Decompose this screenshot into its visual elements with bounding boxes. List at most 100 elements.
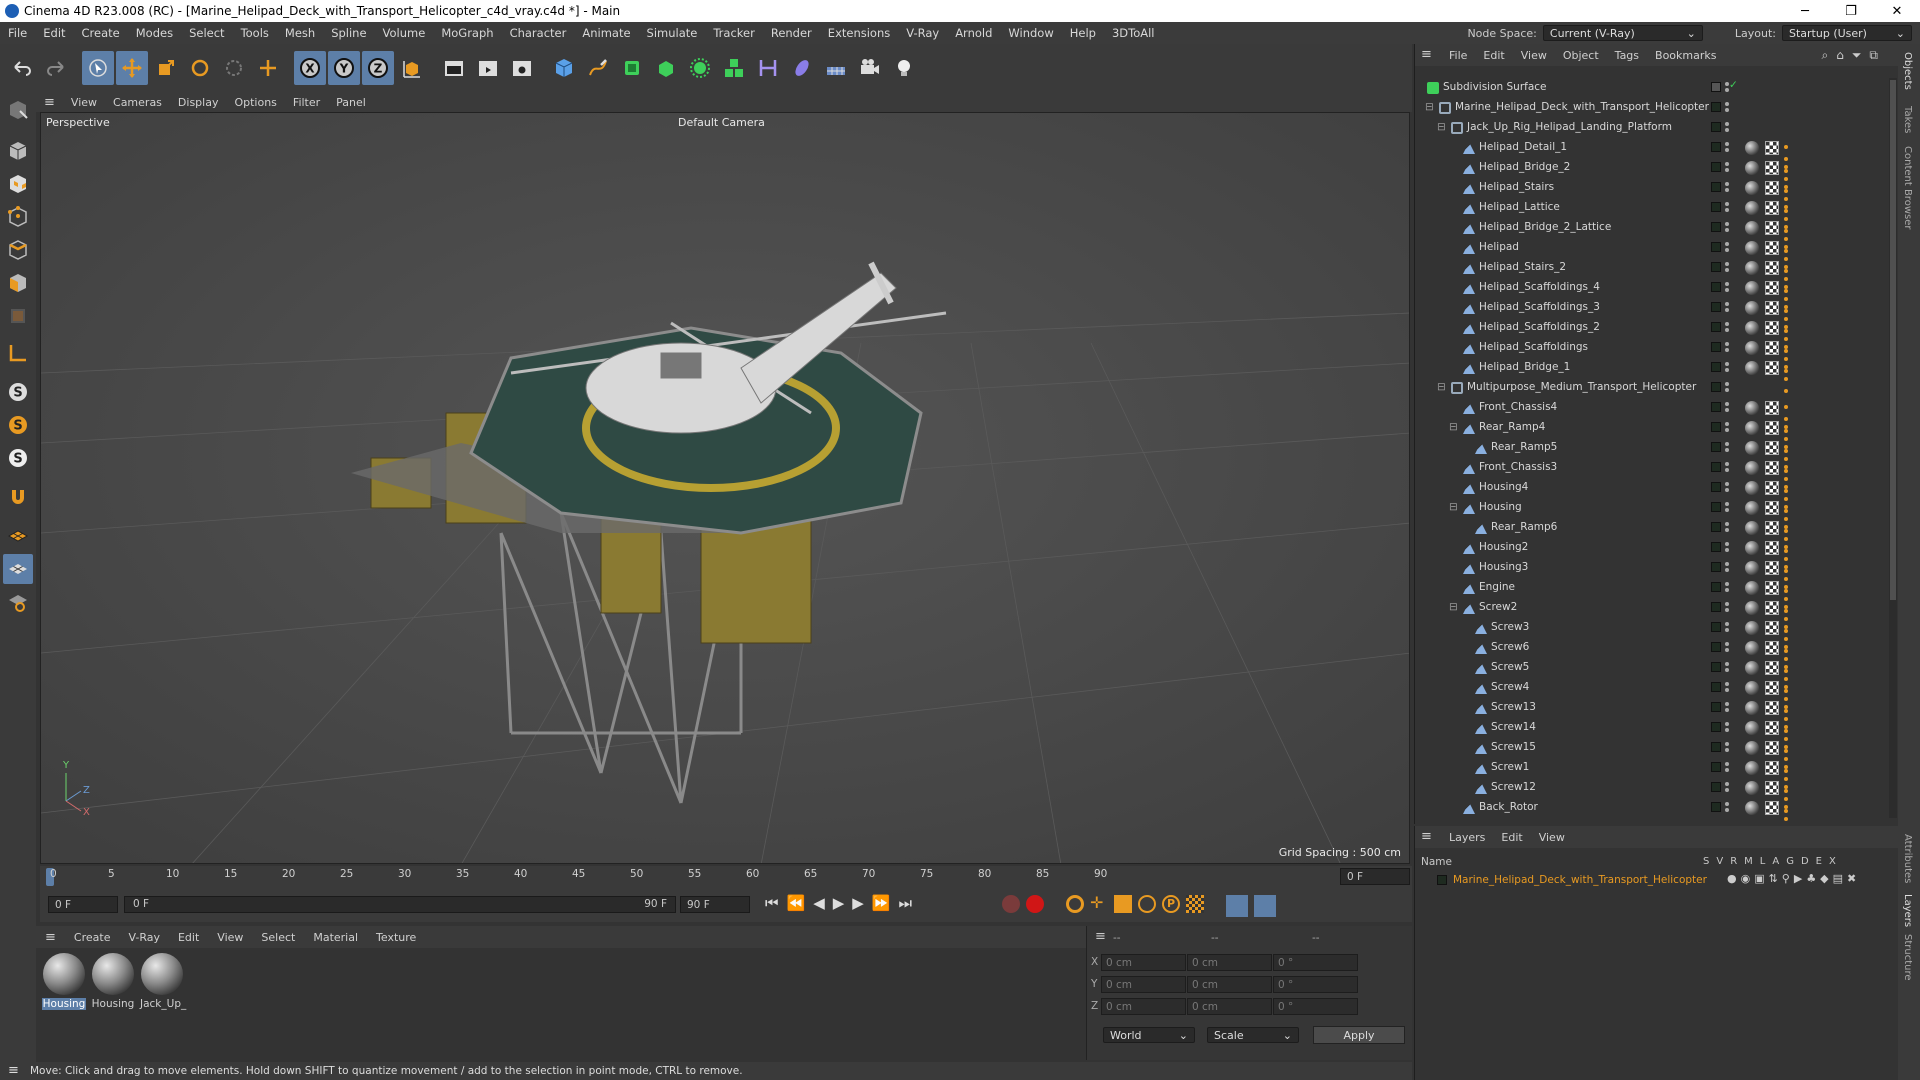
material-tag-icon[interactable]	[1745, 741, 1759, 755]
texture-tag-icon[interactable]	[1765, 561, 1779, 575]
visibility-dots-icon[interactable]	[1725, 240, 1731, 256]
objmgr-menu-bookmarks[interactable]: Bookmarks	[1647, 49, 1724, 62]
object-row[interactable]: Helipad	[1415, 238, 1881, 273]
coord-field[interactable]: 0 cm	[1101, 976, 1186, 993]
y-axis-lock-button[interactable]: Y	[328, 51, 360, 85]
layer-swatch[interactable]	[1711, 682, 1721, 692]
layer-swatch[interactable]	[1711, 142, 1721, 152]
material-tag-icon[interactable]	[1745, 481, 1759, 495]
coord-field[interactable]: 0 °	[1273, 976, 1358, 993]
key-parameter-icon[interactable]: P	[1162, 895, 1180, 913]
texture-tag-icon[interactable]	[1765, 321, 1779, 335]
vray-tag-icon[interactable]	[1783, 161, 1793, 193]
texture-tag-icon[interactable]	[1765, 701, 1779, 715]
menu-create[interactable]: Create	[74, 26, 128, 40]
visibility-dots-icon[interactable]	[1725, 560, 1731, 576]
redo-button[interactable]	[40, 51, 72, 85]
texture-tag-icon[interactable]	[1765, 621, 1779, 635]
objmgr-hamburger-icon[interactable]: ≡	[1421, 47, 1432, 62]
texture-tag-icon[interactable]	[1765, 721, 1779, 735]
texture-tag-icon[interactable]	[1765, 341, 1779, 355]
vray-tag-icon[interactable]	[1783, 721, 1793, 753]
objmgr-menu-edit[interactable]: Edit	[1475, 49, 1512, 62]
menu-select[interactable]: Select	[181, 26, 232, 40]
material-tag-icon[interactable]	[1745, 301, 1759, 315]
tab-takes[interactable]: Takes	[1902, 106, 1913, 133]
quantize-button[interactable]: S	[3, 443, 33, 473]
point-mode-button[interactable]	[3, 202, 33, 232]
object-row[interactable]: Housing3	[1415, 558, 1881, 593]
visibility-dots-icon[interactable]	[1725, 440, 1731, 456]
visibility-dots-icon[interactable]	[1725, 220, 1731, 236]
layer-swatch[interactable]	[1711, 562, 1721, 572]
visibility-dots-icon[interactable]	[1725, 800, 1731, 816]
layer-swatch[interactable]	[1711, 382, 1721, 392]
layer-swatch[interactable]	[1711, 162, 1721, 172]
object-row[interactable]: Screw5	[1415, 658, 1881, 693]
vray-tag-icon[interactable]	[1783, 801, 1793, 821]
vray-tag-icon[interactable]	[1783, 201, 1793, 233]
key-pla-icon[interactable]	[1186, 895, 1204, 913]
visibility-dots-icon[interactable]	[1725, 640, 1731, 656]
viewport-menu-display[interactable]: Display	[170, 96, 227, 109]
texture-tag-icon[interactable]	[1765, 781, 1779, 795]
viewport-menu-view[interactable]: View	[63, 96, 105, 109]
node-space-select[interactable]: Current (V-Ray) ⌄	[1542, 25, 1703, 41]
layer-name[interactable]: Marine_Helipad_Deck_with_Transport_Helic…	[1453, 874, 1707, 886]
texture-tag-icon[interactable]	[1765, 681, 1779, 695]
material-tag-icon[interactable]	[1745, 641, 1759, 655]
visibility-dots-icon[interactable]	[1725, 380, 1731, 396]
texture-tag-icon[interactable]	[1765, 461, 1779, 475]
minimize-button[interactable]: ─	[1782, 0, 1828, 22]
viewport-menu-options[interactable]: Options	[226, 96, 284, 109]
render-view-button[interactable]	[438, 51, 470, 85]
visibility-dots-icon[interactable]	[1725, 160, 1731, 176]
viewport-menu-cameras[interactable]: Cameras	[105, 96, 170, 109]
vray-tag-icon[interactable]	[1783, 581, 1793, 613]
menu-help[interactable]: Help	[1062, 26, 1104, 40]
object-row[interactable]: Housing4	[1415, 478, 1881, 513]
start-frame-field[interactable]: 0 F	[48, 896, 118, 913]
object-row[interactable]: Screw6	[1415, 638, 1881, 673]
menu-mograph[interactable]: MoGraph	[433, 26, 501, 40]
menu-mesh[interactable]: Mesh	[277, 26, 323, 40]
apply-button[interactable]: Apply	[1313, 1026, 1405, 1044]
texture-mode-button[interactable]	[3, 169, 33, 199]
material-tag-icon[interactable]	[1745, 141, 1759, 155]
auto-key-icon[interactable]	[1026, 895, 1044, 913]
vray-tag-icon[interactable]	[1783, 501, 1793, 533]
layer-swatch[interactable]	[1711, 442, 1721, 452]
texture-tag-icon[interactable]	[1765, 181, 1779, 195]
menu-tools[interactable]: Tools	[233, 26, 277, 40]
material-tag-icon[interactable]	[1745, 521, 1759, 535]
layer-swatch[interactable]	[1711, 502, 1721, 512]
object-row[interactable]: Screw12	[1415, 778, 1881, 813]
layer-swatch[interactable]	[1711, 302, 1721, 312]
vray-tag-icon[interactable]	[1783, 481, 1793, 513]
coord-field[interactable]: 0 cm	[1187, 998, 1272, 1015]
visibility-dots-icon[interactable]	[1725, 600, 1731, 616]
material-tag-icon[interactable]	[1745, 601, 1759, 615]
viewport-hamburger-icon[interactable]: ≡	[36, 95, 63, 110]
tab-content-browser[interactable]: Content Browser	[1902, 146, 1913, 229]
vray-tag-icon[interactable]	[1783, 461, 1793, 493]
vray-tag-icon[interactable]	[1783, 181, 1793, 213]
menu-window[interactable]: Window	[1000, 26, 1061, 40]
vray-tag-icon[interactable]	[1783, 541, 1793, 573]
axis-mode-button[interactable]	[3, 338, 33, 368]
key-point-icon[interactable]	[1066, 895, 1084, 913]
texture-tag-icon[interactable]	[1765, 481, 1779, 495]
material-tag-icon[interactable]	[1745, 621, 1759, 635]
vray-tag-icon[interactable]	[1783, 401, 1793, 433]
vray-tag-icon[interactable]	[1783, 341, 1793, 373]
key-rotation-icon[interactable]	[1138, 895, 1156, 913]
visibility-dots-icon[interactable]	[1725, 740, 1731, 756]
visibility-dots-icon[interactable]	[1725, 340, 1731, 356]
vray-tag-icon[interactable]	[1783, 681, 1793, 713]
visibility-dots-icon[interactable]	[1725, 140, 1731, 156]
search-icon[interactable]: ⌕	[1821, 48, 1828, 63]
object-row[interactable]: Helipad_Bridge_1	[1415, 358, 1881, 393]
material-tag-icon[interactable]	[1745, 701, 1759, 715]
layer-swatch[interactable]	[1711, 342, 1721, 352]
tab-layers[interactable]: Layers	[1902, 894, 1913, 927]
